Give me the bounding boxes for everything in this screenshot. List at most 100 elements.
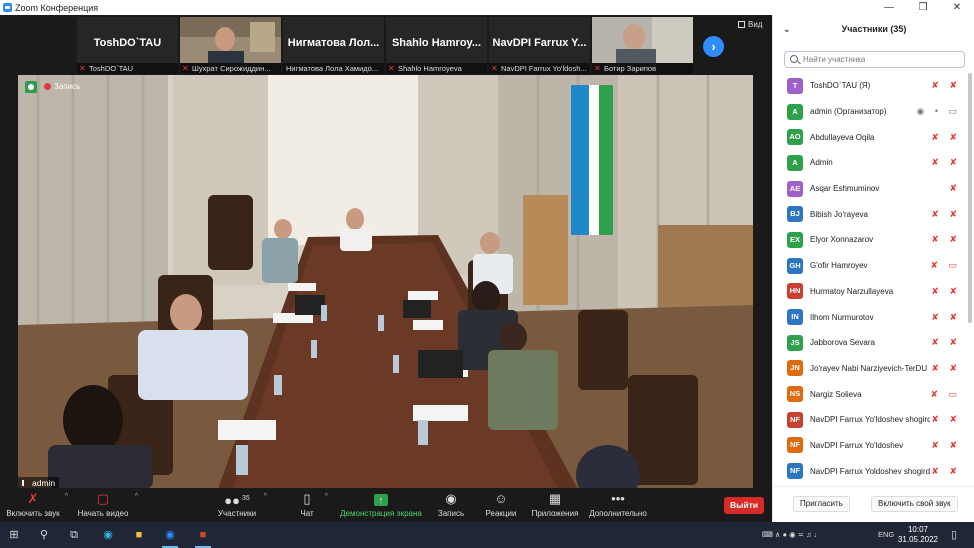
task-view-icon[interactable]: ⧉ [66,527,82,543]
clock-time: 10:07 [907,525,928,534]
chat-button[interactable]: ▯ Чат ^ [294,491,328,518]
meeting-toolbar: ✗ Включить звук ^ ▢ Начать видео ^ ●● 35 … [0,488,772,522]
start-video-label: Начать видео [77,509,129,518]
maximize-button[interactable]: ❒ [906,0,940,15]
avatar: JS [787,334,803,351]
system-tray-icons[interactable]: ⌨ ∧ ● ◉ ≍ ♫ ♩ [762,530,821,539]
minimize-button[interactable]: — [872,0,906,15]
windows-start-icon[interactable]: ⊞ [6,527,22,543]
participant-row[interactable]: NF NavDPI Farrux Yoldoshev shogird... ✘ ✘ [773,458,974,484]
gallery-tile[interactable]: Shahlo Hamroy... Shahlo Hamroyeva ✕ [386,17,487,74]
tile-caption-text: ToshDO`TAU [89,64,134,73]
tile-caption-text: Нигматова Лола Хамидо... [286,64,379,73]
recording-indicator: Запись [44,82,80,91]
tile-name: ToshDO`TAU [93,37,162,49]
avatar: IN [787,309,803,326]
record-icon: ◉ [445,491,457,506]
participant-row[interactable]: IN Ilhom Nurmurotov ✘ ✘ [773,304,974,330]
participant-row[interactable]: AE Asqar Eshmuminov ✘ [773,176,974,202]
avatar: NF [787,411,803,428]
clock[interactable]: 10:07 31.05.2022 [898,525,938,545]
leave-button[interactable]: Выйти [724,497,764,514]
gallery-tile[interactable]: ToshDO`TAU ToshDO`TAU ✕ [77,17,178,74]
mic-off-icon: ✘ ✘ [931,311,961,322]
mic-off-icon: ✕ [594,64,601,73]
participant-row[interactable]: NF NavDPI Farrux Yo'ldoshev ✘ ✘ [773,433,974,459]
zoom-taskbar-icon[interactable]: ◉ [160,527,180,548]
participants-button[interactable]: ●● 35 Участники ^ [215,491,267,518]
gallery-tile[interactable]: Нигматова Лол... Нигматова Лола Хамидо..… [283,17,384,74]
chevron-up-icon[interactable]: ^ [135,493,138,500]
start-video-button[interactable]: ▢ Начать видео ^ [76,491,138,518]
mic-off-icon: ✘ ✘ [931,157,961,168]
scrollbar[interactable] [968,73,972,323]
main-video[interactable]: Запись admin [18,75,753,489]
gallery-tile[interactable]: Шухрат Сирожиддин... ✕ [180,17,281,74]
participant-name: Jabborova Sevara [810,338,875,348]
participant-row[interactable]: AO Abdullayeva Oqila ✘ ✘ [773,124,974,150]
participants-label: Участники [217,509,257,518]
unmute-button[interactable]: ✗ Включить звук ^ [6,491,68,518]
participant-row[interactable]: GH G'ofir Hamroyev ✘ ▭ [773,253,974,279]
avatar: EX [787,231,803,248]
participant-row[interactable]: JN Jo'rayev Nabi Narziyevich-TerDU ✘ ✘ [773,356,974,382]
chevron-down-icon[interactable]: ⌄ [783,15,791,43]
mic-off-icon: ✘ ✘ [931,465,961,476]
speaker-name: admin [32,478,56,488]
tile-caption-text: NavDPI Farrux Yo'ldosh... [501,64,587,73]
participant-video-thumbnail [592,17,693,63]
search-icon[interactable]: ⚲ [36,527,52,543]
share-screen-label: Демонстрация экрана [340,509,422,518]
reactions-label: Реакции [485,509,517,518]
mic-off-icon: ✘ ✘ [931,285,961,296]
participant-name: Jo'rayev Nabi Narziyevich-TerDU [810,363,928,373]
panel-header: ⌄ Участники (35) [773,15,974,43]
search-input[interactable]: Найти участника [784,51,965,68]
participant-row[interactable]: NS Nargiz Solieva ✘ ▭ [773,381,974,407]
signal-icon [22,480,30,486]
invite-button[interactable]: Пригласить [793,496,850,512]
encryption-shield-icon[interactable] [25,81,37,93]
more-button[interactable]: ••• Дополнительно [588,491,648,518]
powerpoint-icon[interactable]: ■ [193,527,213,548]
mic-off-icon: ✘ ▭ [930,260,961,271]
participant-row[interactable]: A Admin ✘ ✘ [773,150,974,176]
reactions-button[interactable]: ☺ Реакции [484,491,518,518]
chevron-up-icon[interactable]: ^ [325,493,328,500]
participant-row[interactable]: Aadmin (Организатор) ◉ • ▭ [773,99,974,125]
apps-button[interactable]: ▦ Приложения [530,491,580,518]
avatar: BJ [787,206,803,223]
close-button[interactable]: ✕ [940,0,974,15]
participant-row[interactable]: HN Hurmatoy Narzullayeva ✘ ✘ [773,279,974,305]
file-explorer-icon[interactable]: ■ [130,527,148,543]
tile-caption: Шухрат Сирожиддин... [180,63,281,74]
panel-title: Участники (35) [841,24,907,34]
participant-row[interactable]: NF NavDPI Farrux Yo'ldoshev shogird... ✘ ✘ [773,407,974,433]
participant-row[interactable]: T ToshDO`TAU (Я) ✘ ✘ [773,73,974,99]
window-title: Zoom Конференция [15,2,99,13]
view-button[interactable]: Вид [738,20,762,29]
participants-icon: ●● 35 [224,493,250,508]
avatar: A [787,103,803,120]
mic-off-icon: ✕ [388,64,395,73]
mic-off-icon: ✘ ✘ [931,208,961,219]
mic-off-icon: ✘ ✘ [931,439,961,450]
notification-icon[interactable]: ▯ [946,527,962,543]
participant-name: Bibish Jo'rayeva [810,209,868,219]
language-indicator[interactable]: ENG [878,530,894,539]
chevron-up-icon[interactable]: ^ [65,493,68,500]
chevron-up-icon[interactable]: ^ [264,493,267,500]
gallery-tile[interactable]: Ботир Зарипов ✕ [592,17,693,74]
participant-row[interactable]: JS Jabborova Sevara ✘ ✘ [773,330,974,356]
participant-row[interactable]: BJ Bibish Jo'rayeva ✘ ✘ [773,201,974,227]
avatar: GH [787,257,803,274]
participant-row[interactable]: EX Elyor Xonnazarov ✘ ✘ [773,227,974,253]
gallery-tile[interactable]: NavDPI Farrux Y... NavDPI Farrux Yo'ldos… [489,17,590,74]
participant-name: ToshDO`TAU (Я) [810,81,871,91]
unmute-me-button[interactable]: Включить свой звук [871,496,958,512]
share-screen-button[interactable]: ↑ Демонстрация экрана [340,491,422,518]
mic-off-icon: ✕ [182,64,189,73]
record-button[interactable]: ◉ Запись [434,491,468,518]
next-page-button[interactable]: › [703,36,724,57]
edge-icon[interactable]: ◉ [99,527,117,543]
